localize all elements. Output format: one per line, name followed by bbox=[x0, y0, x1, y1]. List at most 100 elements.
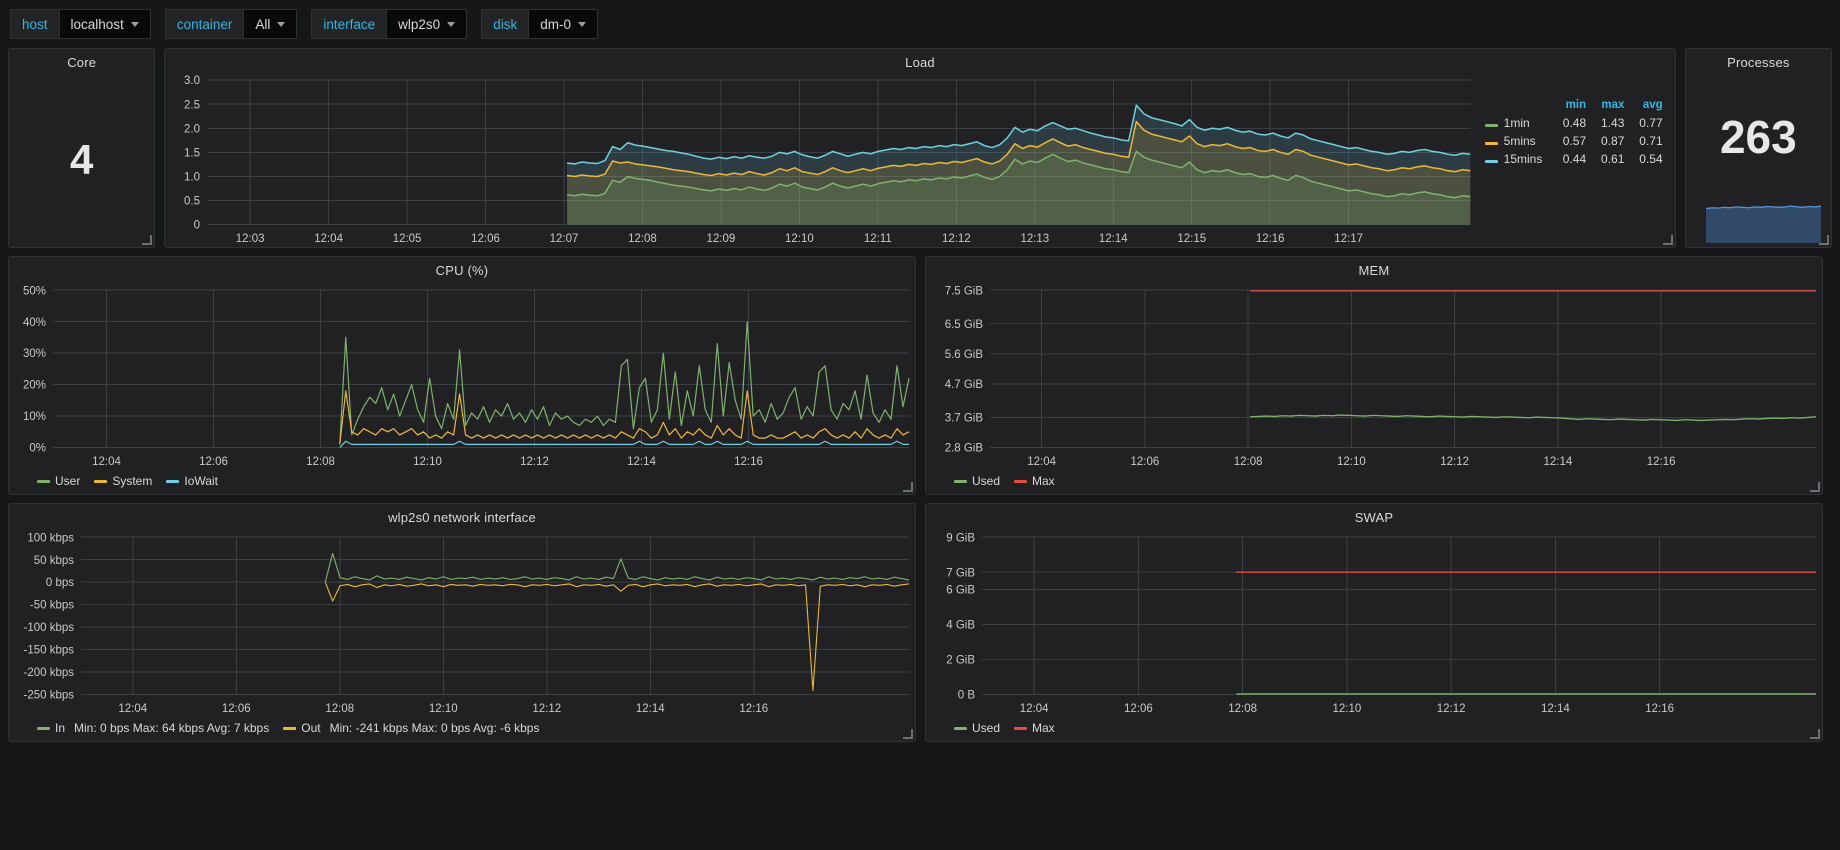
x-axis-tick-label: 12:06 bbox=[1130, 455, 1159, 468]
chevron-down-icon bbox=[277, 21, 286, 27]
swap-chart[interactable]: 0 B 2 GiB 4 GiB 6 GiB 7 GiB 9 GiB 12:04 12:06 12… bbox=[926, 527, 1822, 717]
panel-load-title: Load bbox=[905, 55, 935, 70]
variable-disk: disk dm-0 bbox=[481, 9, 598, 39]
panel-core[interactable]: Core 4 bbox=[8, 48, 156, 248]
legend-item-system[interactable]: System bbox=[94, 474, 152, 488]
x-axis-tick-label: 12:14 bbox=[636, 702, 665, 715]
y-axis-tick-label: 7 GiB bbox=[946, 566, 975, 579]
variable-disk-value: dm-0 bbox=[540, 16, 571, 32]
x-axis-tick-label: 12:16 bbox=[734, 455, 763, 468]
panel-swap[interactable]: SWAP 0 B 2 GiB 4 GiB 6 GiB 7 GiB 9 GiB 12:04 12… bbox=[925, 503, 1823, 742]
network-chart[interactable]: -250 kbps -200 kbps -150 kbps -100 kbps -50 … bbox=[9, 527, 915, 717]
legend-label: Used bbox=[972, 721, 1001, 735]
x-axis-tick-label: 12:06 bbox=[199, 455, 228, 468]
load-legend-series-name: 15mins bbox=[1481, 150, 1554, 168]
dashboard-row-3: wlp2s0 network interface -250 kbps -200 k… bbox=[0, 503, 1840, 750]
y-axis-tick-label: -200 kbps bbox=[24, 666, 75, 679]
y-axis-tick-label: 1.0 bbox=[184, 171, 200, 183]
x-axis-tick-label: 12:10 bbox=[429, 702, 458, 715]
x-axis-tick-label: 12:12 bbox=[532, 702, 561, 715]
x-axis-tick-label: 12:05 bbox=[393, 233, 422, 245]
variable-host-dropdown[interactable]: localhost bbox=[58, 9, 151, 39]
load-legend-series-name: 5mins bbox=[1481, 132, 1554, 150]
legend-item-max[interactable]: Max bbox=[1014, 474, 1055, 488]
mem-chart[interactable]: 2.8 GiB 3.7 GiB 4.7 GiB 5.6 GiB 6.5 GiB 7.5 G… bbox=[926, 280, 1822, 470]
load-legend-row[interactable]: 15mins 0.44 0.61 0.54 bbox=[1481, 150, 1669, 168]
series-color-swatch bbox=[1484, 142, 1498, 145]
x-axis-tick-label: 12:08 bbox=[1234, 455, 1263, 468]
legend-label: 15mins bbox=[1503, 152, 1543, 166]
y-axis-tick-label: 4 GiB bbox=[946, 619, 975, 632]
mem-legend: Used Max bbox=[926, 470, 1822, 494]
panel-core-title: Core bbox=[67, 55, 97, 70]
x-axis-tick-label: 12:12 bbox=[1440, 455, 1469, 468]
legend-label: Max bbox=[1032, 474, 1055, 488]
y-axis-tick-label: 30% bbox=[23, 347, 46, 360]
x-axis-tick-label: 12:14 bbox=[1541, 702, 1570, 715]
legend-label: 1min bbox=[1503, 116, 1530, 130]
load-legend-avg: 0.77 bbox=[1639, 116, 1663, 130]
variable-disk-dropdown[interactable]: dm-0 bbox=[528, 9, 598, 39]
legend-label: Out bbox=[301, 721, 321, 735]
legend-item-used[interactable]: Used bbox=[954, 721, 1000, 735]
series-color-swatch bbox=[37, 479, 50, 483]
load-chart[interactable]: 0 0.5 1.0 1.5 2.0 2.5 3.0 12:03 12:04 12:05 12:06 1… bbox=[165, 72, 1474, 247]
x-axis-tick-label: 12:14 bbox=[1543, 455, 1572, 468]
variable-interface-dropdown[interactable]: wlp2s0 bbox=[386, 9, 468, 39]
series-color-swatch bbox=[1014, 479, 1028, 483]
load-legend-max: 1.43 bbox=[1601, 116, 1625, 130]
variable-container-dropdown[interactable]: All bbox=[243, 9, 298, 39]
x-axis-tick-label: 12:10 bbox=[413, 455, 442, 468]
x-axis-tick-label: 12:13 bbox=[1021, 233, 1050, 245]
legend-item-in[interactable]: In Min: 0 bps Max: 64 kbps Avg: 7 kbps bbox=[37, 721, 269, 735]
load-legend-row[interactable]: 5mins 0.57 0.87 0.71 bbox=[1481, 132, 1669, 150]
cpu-legend: User System IoWait bbox=[9, 470, 915, 494]
series-color-swatch bbox=[954, 726, 967, 730]
variable-host-value: localhost bbox=[70, 16, 124, 32]
series-line-IoWait bbox=[339, 440, 909, 448]
panel-mem-title: MEM bbox=[1358, 263, 1390, 278]
variable-container-label: container bbox=[164, 9, 244, 39]
x-axis-tick-label: 12:03 bbox=[236, 233, 265, 245]
x-axis-tick-label: 12:14 bbox=[627, 455, 656, 468]
x-axis-tick-label: 12:10 bbox=[1332, 702, 1361, 715]
panel-cpu[interactable]: CPU (%) 0% 10% 20% 30% 40% 50% 12:04 12:06 12:08… bbox=[8, 256, 916, 495]
y-axis-tick-label: 6 GiB bbox=[946, 584, 975, 597]
load-legend-min-header: min bbox=[1565, 99, 1587, 111]
legend-item-iowait[interactable]: IoWait bbox=[166, 474, 218, 488]
legend-item-user[interactable]: User bbox=[37, 474, 80, 488]
load-legend-row[interactable]: 1min 0.48 1.43 0.77 bbox=[1481, 114, 1669, 132]
network-legend: In Min: 0 bps Max: 64 kbps Avg: 7 kbps O… bbox=[9, 717, 915, 741]
chevron-down-icon bbox=[577, 21, 586, 27]
load-legend-avg: 0.71 bbox=[1639, 134, 1663, 148]
legend-label: System bbox=[112, 474, 153, 488]
legend-stats-out: Min: -241 kbps Max: 0 bps Avg: -6 kbps bbox=[329, 721, 540, 735]
x-axis-tick-label: 12:08 bbox=[325, 702, 354, 715]
cpu-chart[interactable]: 0% 10% 20% 30% 40% 50% 12:04 12:06 12:08 12:10 12:… bbox=[9, 280, 915, 470]
legend-item-used[interactable]: Used bbox=[954, 474, 1000, 488]
x-axis-tick-label: 12:06 bbox=[222, 702, 251, 715]
panel-swap-title: SWAP bbox=[1354, 510, 1394, 525]
load-legend-max: 0.61 bbox=[1601, 152, 1625, 166]
x-axis-tick-label: 12:08 bbox=[1228, 702, 1257, 715]
load-legend-max-header: max bbox=[1601, 99, 1625, 111]
variable-container-value: All bbox=[255, 16, 271, 32]
x-axis-tick-label: 12:14 bbox=[1099, 233, 1128, 245]
panel-mem[interactable]: MEM 2.8 GiB 3.7 GiB 4.7 GiB 5.6 GiB 6.5 GiB 7… bbox=[925, 256, 1823, 495]
x-axis-tick-label: 12:04 bbox=[118, 702, 147, 715]
legend-item-max[interactable]: Max bbox=[1014, 721, 1055, 735]
y-axis-tick-label: 2.0 bbox=[184, 123, 200, 135]
y-axis-tick-label: 2.5 bbox=[184, 99, 200, 111]
x-axis-tick-label: 12:16 bbox=[739, 702, 768, 715]
panel-processes[interactable]: Processes 263 bbox=[1684, 48, 1833, 248]
series-line-Out bbox=[324, 581, 910, 692]
y-axis-tick-label: 0 bbox=[194, 220, 200, 232]
x-axis-tick-label: 12:12 bbox=[520, 455, 549, 468]
processes-count-value: 263 bbox=[1719, 110, 1797, 163]
panel-cpu-title: CPU (%) bbox=[435, 263, 489, 278]
panel-network[interactable]: wlp2s0 network interface -250 kbps -200 k… bbox=[8, 503, 916, 742]
legend-item-out[interactable]: Out Min: -241 kbps Max: 0 bps Avg: -6 kb… bbox=[283, 721, 539, 735]
panel-load[interactable]: Load 0 0.5 1.0 1.5 2.0 2.5 3.0 12:03 12:04 12:05 1… bbox=[164, 48, 1676, 248]
y-axis-tick-label: 6.5 GiB bbox=[945, 318, 984, 331]
y-axis-tick-label: 20% bbox=[23, 379, 46, 392]
